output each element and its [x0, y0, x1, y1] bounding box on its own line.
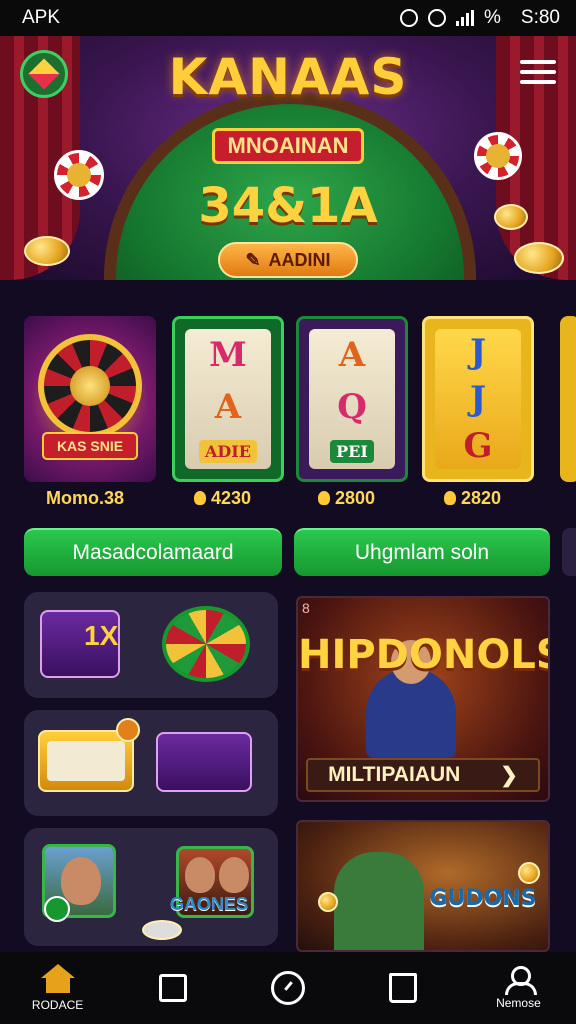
message-icon: [158, 974, 187, 1002]
game-tile[interactable]: [24, 710, 278, 816]
status-icons: % S:80: [400, 7, 560, 29]
game-card-partial[interactable]: [560, 316, 576, 482]
chevron-right-icon: ❯: [500, 763, 518, 787]
pencil-icon: ✎: [245, 249, 261, 270]
nav-shop[interactable]: [346, 952, 461, 1024]
slot-symbol: ADIE: [199, 439, 257, 463]
tile-text: GAONES: [170, 894, 249, 914]
game-carousel[interactable]: KAS SNIE M A ADIE A Q PEI J J G Momo.38 …: [24, 316, 576, 516]
game-card-slot[interactable]: M A ADIE: [172, 316, 284, 482]
primary-button-right[interactable]: Uhgmlam soln: [294, 528, 550, 576]
game-card-wheel[interactable]: KAS SNIE: [24, 316, 156, 482]
profile-icon: [503, 966, 538, 995]
nav-label: RODACE: [31, 998, 84, 1012]
scroll-edge: [562, 528, 576, 576]
slot-symbol: A: [338, 335, 366, 376]
promo-button[interactable]: MILTIPAIAUN ❯: [306, 758, 540, 792]
signal-icon: [456, 10, 474, 26]
promo-title: GUDONS: [429, 886, 537, 911]
promo-title: HIPDONOLS: [298, 632, 550, 678]
coin-icon: [24, 236, 70, 266]
coin-icon: [318, 892, 338, 912]
roulette-icon: [162, 606, 250, 682]
slot-symbol: PEI: [330, 439, 374, 463]
game-card-slot[interactable]: J J G: [422, 316, 534, 482]
coin-icon: [318, 491, 330, 505]
alarm-icon: [400, 9, 418, 27]
primary-button-left[interactable]: Masadcolamaard: [24, 528, 282, 576]
nav-profile[interactable]: Nemose: [461, 952, 576, 1024]
home-icon: [38, 964, 78, 994]
chip-icon: [474, 132, 522, 180]
nav-label: Nemose: [496, 996, 541, 1010]
banner-ribbon: MNOAINAN: [212, 128, 364, 164]
coin-icon: [194, 491, 206, 505]
carrier-label: APK: [22, 7, 61, 28]
coin-icon: [514, 242, 564, 274]
chip-icon: [142, 920, 182, 940]
sync-icon: [428, 9, 446, 27]
slot-reel: J J G: [435, 329, 521, 469]
promo-card[interactable]: GUDONS: [296, 820, 550, 952]
game-card-label: KAS SNIE: [42, 432, 138, 460]
slot-symbol: G: [463, 425, 493, 466]
coin-icon: [518, 862, 540, 884]
game-value: 4230: [194, 488, 251, 509]
reel-icon: [156, 732, 252, 792]
slot-symbol: J: [469, 332, 487, 373]
clock-label: S:80: [520, 7, 560, 28]
slot-symbol: J: [469, 378, 487, 419]
status-bar: APK % S:80: [0, 0, 576, 36]
jackpot-value: 34&1A: [198, 178, 378, 234]
banner-title: KANAAS: [168, 48, 408, 106]
game-value: Momo.38: [46, 488, 125, 508]
promo-card[interactable]: 8 HIPDONOLS MILTIPAIAUN ❯: [296, 596, 550, 802]
add-icon[interactable]: [44, 896, 70, 922]
bottom-nav: RODACE Nemose: [0, 952, 576, 1024]
game-value: 2820: [444, 488, 501, 509]
tile-text: 1X: [84, 620, 119, 651]
dealer-image: [366, 640, 456, 758]
coin-icon: [444, 491, 456, 505]
banner-button-label: AADINI: [268, 249, 331, 270]
slot-reel: M A ADIE: [185, 329, 271, 469]
clock-icon: [271, 971, 305, 1005]
coin-icon: [116, 718, 140, 742]
bag-icon: [389, 973, 418, 1003]
slot-reel: A Q PEI: [309, 329, 395, 469]
wheel-icon: [38, 334, 142, 438]
nav-home[interactable]: RODACE: [0, 952, 115, 1024]
hero-banner[interactable]: KANAAS MNOAINAN 34&1A ✎ AADINI: [0, 36, 576, 280]
slot-symbol: Q: [337, 387, 367, 428]
slot-symbol: M: [209, 335, 247, 376]
corner-icon: 8: [302, 600, 310, 616]
game-card-slot[interactable]: A Q PEI: [296, 316, 408, 482]
banner-button[interactable]: ✎ AADINI: [218, 242, 358, 278]
game-value: 2800: [318, 488, 375, 509]
nav-history[interactable]: [230, 952, 345, 1024]
game-tile[interactable]: 1X: [24, 592, 278, 698]
battery-label: %: [484, 7, 501, 28]
game-tile[interactable]: GAONES: [24, 828, 278, 946]
promo-button-label: MILTIPAIAUN: [328, 763, 461, 786]
slot-symbol: A: [214, 387, 242, 428]
nav-messages[interactable]: [115, 952, 230, 1024]
